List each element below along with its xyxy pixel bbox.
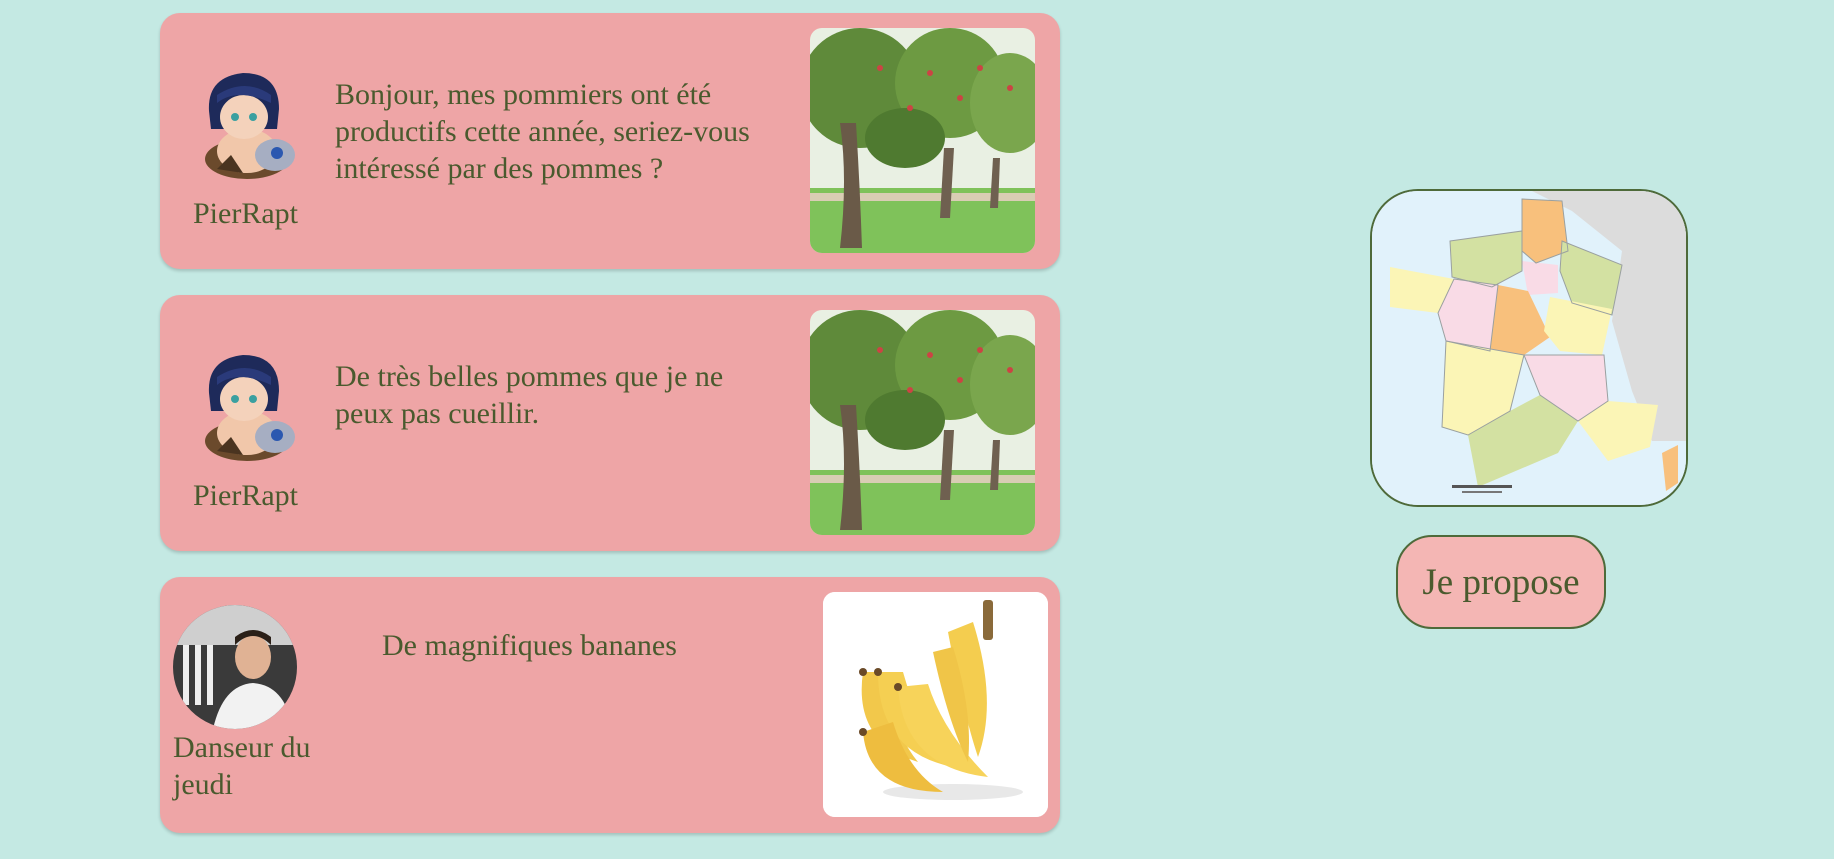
post-author[interactable]: PierRapt xyxy=(193,195,298,232)
person-avatar-icon[interactable] xyxy=(173,605,297,729)
propose-button[interactable]: Je propose xyxy=(1396,535,1606,629)
bananas-photo-icon[interactable] xyxy=(823,592,1048,817)
apple-orchard-photo-icon[interactable] xyxy=(810,28,1035,253)
anime-avatar-icon[interactable] xyxy=(187,59,311,183)
post-feed: PierRapt Bonjour, mes pommiers ont été p… xyxy=(160,13,1060,859)
post-card[interactable]: PierRapt Bonjour, mes pommiers ont été p… xyxy=(160,13,1060,269)
side-panel: Je propose xyxy=(1370,189,1688,629)
post-card[interactable]: PierRapt De très belles pommes que je ne… xyxy=(160,295,1060,551)
post-message: Bonjour, mes pommiers ont été productifs… xyxy=(335,78,750,185)
france-map-icon[interactable] xyxy=(1370,189,1688,507)
apple-orchard-photo-icon[interactable] xyxy=(810,310,1035,535)
post-card[interactable]: Danseur du jeudi De magnifiques bananes xyxy=(160,577,1060,833)
post-author[interactable]: Danseur du jeudi xyxy=(173,729,323,803)
post-message: De magnifiques bananes xyxy=(382,629,677,662)
anime-avatar-icon[interactable] xyxy=(187,341,311,465)
post-author[interactable]: PierRapt xyxy=(193,477,298,514)
post-message: De très belles pommes que je ne peux pas… xyxy=(335,360,724,430)
